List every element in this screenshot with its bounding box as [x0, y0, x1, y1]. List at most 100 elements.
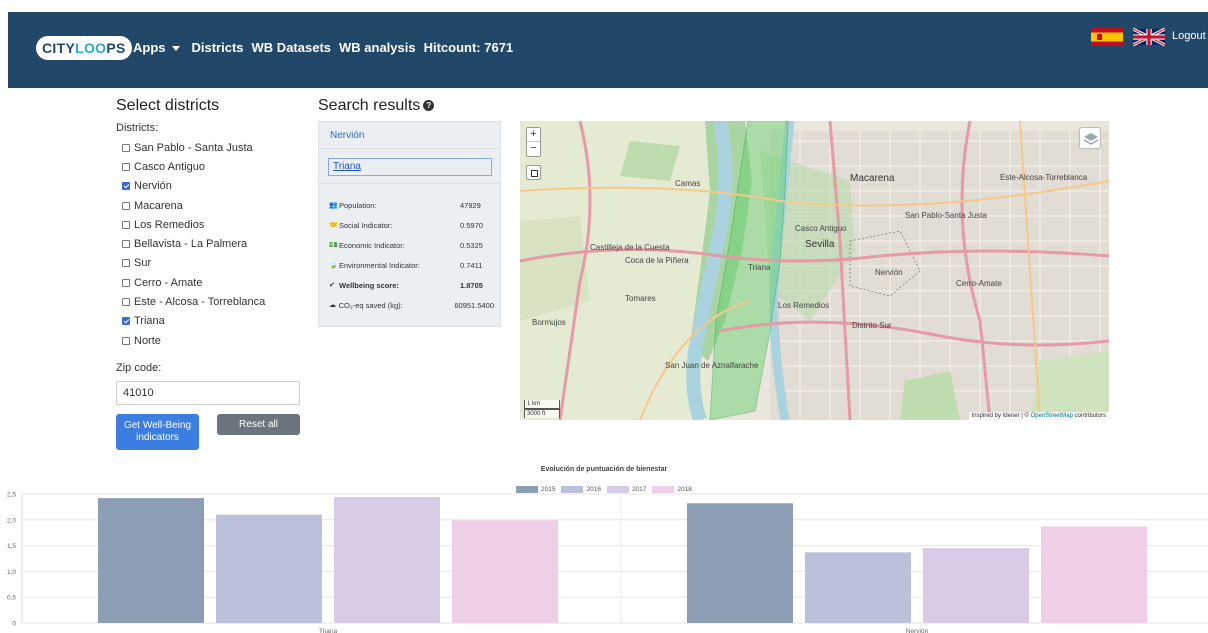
- zip-code-label: Zip code:: [116, 362, 162, 374]
- bar[interactable]: [216, 514, 322, 623]
- uk-flag-icon[interactable]: [1133, 27, 1165, 47]
- district-option[interactable]: Triana: [122, 312, 265, 331]
- money-icon: 💵: [329, 242, 338, 249]
- district-label: Sur: [134, 257, 152, 270]
- district-checkbox[interactable]: [122, 201, 130, 210]
- district-option[interactable]: Sur: [122, 254, 265, 273]
- bar[interactable]: [923, 548, 1029, 623]
- district-label: San Pablo - Santa Justa: [134, 141, 253, 154]
- y-tick-label: 1,0: [7, 569, 16, 576]
- map-place-label: Sevilla: [805, 239, 835, 250]
- cloud-icon: ☁: [329, 302, 336, 309]
- layers-icon[interactable]: [1079, 127, 1101, 149]
- bar[interactable]: [805, 552, 911, 623]
- district-checkbox-list: San Pablo - Santa Justa Casco Antiguo Nerv…: [122, 138, 265, 350]
- district-option[interactable]: San Pablo - Santa Justa: [122, 138, 265, 157]
- nav-apps-dropdown[interactable]: Apps: [133, 40, 184, 55]
- district-label: Casco Antiguo: [134, 160, 205, 173]
- district-option[interactable]: Bellavista - La Palmera: [122, 234, 265, 253]
- map-place-label: Macarena: [850, 173, 895, 184]
- district-option[interactable]: Norte: [122, 331, 265, 350]
- map-place-label: Casco Antiguo: [795, 224, 847, 233]
- spanish-flag-icon[interactable]: [1091, 28, 1123, 46]
- nav-districts[interactable]: Districts: [192, 40, 244, 55]
- map-place-label: Este-Alcosa-Torreblanca: [1000, 173, 1088, 182]
- map-attribution: Inspired by Idener | © OpenStreetMap con…: [968, 412, 1109, 420]
- district-checkbox[interactable]: [122, 317, 130, 326]
- district-option[interactable]: Este - Alcosa - Torreblanca: [122, 292, 265, 311]
- stat-value: 60951.5400: [454, 300, 494, 310]
- y-tick-label: 0,5: [7, 595, 16, 602]
- stat-label: Wellbeing score:: [339, 280, 399, 290]
- bar[interactable]: [452, 520, 558, 623]
- map-place-label: Coca de la Piñera: [625, 256, 689, 265]
- y-tick-label: 2,0: [7, 517, 16, 524]
- reset-all-button[interactable]: Reset all: [217, 414, 300, 435]
- district-label: Norte: [134, 334, 161, 347]
- stat-label: CO₂-eq saved (kg):: [338, 300, 403, 310]
- map-place-label: Cerro-Amate: [956, 279, 1002, 288]
- district-option[interactable]: Cerro - Amate: [122, 273, 265, 292]
- fullscreen-icon[interactable]: [526, 165, 541, 180]
- bar[interactable]: [98, 498, 204, 623]
- x-tick-label: Triana: [319, 628, 338, 633]
- district-label: Nervión: [134, 180, 172, 193]
- result-header-nervion[interactable]: Nervión: [319, 122, 500, 149]
- stat-value: 1.8705: [460, 280, 483, 290]
- map-place-label: Camas: [675, 179, 701, 188]
- openstreetmap-link[interactable]: OpenStreetMap: [1031, 413, 1073, 419]
- stat-label: Population:: [339, 200, 377, 210]
- district-checkbox[interactable]: [122, 182, 130, 191]
- map-place-label: Distrito Sur: [852, 321, 892, 330]
- top-navbar: CITY LOO PS Apps Districts WB Datasets WB …: [8, 12, 1208, 88]
- map-tiles: [520, 121, 1109, 420]
- zoom-out-button[interactable]: −: [527, 142, 540, 156]
- zip-code-input[interactable]: [116, 381, 300, 405]
- question-circle-icon[interactable]: ?: [423, 100, 435, 112]
- bar[interactable]: [1041, 526, 1147, 623]
- district-checkbox[interactable]: [122, 240, 130, 249]
- district-checkbox[interactable]: [122, 220, 130, 229]
- district-checkbox[interactable]: [122, 336, 130, 345]
- district-checkbox[interactable]: [122, 143, 130, 152]
- chart-title: Evolución de puntuación de bienestar: [540, 466, 668, 473]
- bar[interactable]: [687, 503, 793, 623]
- map-place-label: San Juan de Aznalfarache: [665, 361, 759, 370]
- stat-label: Social Indicator:: [339, 220, 393, 230]
- hitcount: Hitcount: 7671: [423, 40, 514, 55]
- bar[interactable]: [334, 497, 440, 623]
- district-checkbox[interactable]: [122, 162, 130, 171]
- get-wellbeing-button[interactable]: Get Well-Being indicators: [116, 414, 199, 450]
- map-place-label: Tomares: [625, 294, 656, 303]
- map-place-label: San Pablo-Santa Justa: [905, 211, 987, 220]
- leaf-icon: 🍃: [329, 262, 338, 269]
- logout-link[interactable]: Logout: [1172, 30, 1206, 42]
- map-place-label: Triana: [748, 263, 771, 272]
- y-tick-label: 2,5: [7, 492, 16, 499]
- caret-down-icon: [171, 46, 180, 52]
- users-icon: 👥: [329, 202, 338, 209]
- district-option[interactable]: Casco Antiguo: [122, 157, 265, 176]
- search-results-title: Search results?: [318, 97, 435, 115]
- stat-value: 0.5970: [460, 220, 483, 230]
- stat-row: ☁ CO₂-eq saved (kg): 60951.5400: [329, 299, 494, 311]
- district-option[interactable]: Nervión: [122, 177, 265, 196]
- district-option[interactable]: Macarena: [122, 196, 265, 215]
- district-checkbox[interactable]: [122, 278, 130, 287]
- district-checkbox[interactable]: [122, 259, 130, 268]
- x-tick-label: Nervión: [906, 628, 929, 633]
- zoom-in-button[interactable]: +: [527, 128, 540, 142]
- stat-row: 👥 Population: 47929: [329, 199, 494, 211]
- search-results-panel: Nervión Triana 👥 Population: 47929 🤝 Social …: [318, 121, 501, 327]
- nav-wb-analysis[interactable]: WB analysis: [339, 40, 416, 55]
- district-label: Este - Alcosa - Torreblanca: [134, 296, 266, 309]
- nav-wb-datasets[interactable]: WB Datasets: [252, 40, 331, 55]
- map-scale-bar: 1 km 3000 ft: [524, 400, 560, 418]
- district-checkbox[interactable]: [122, 298, 130, 307]
- district-map[interactable]: + − Camas Castilleja de la Cuesta Casco An…: [520, 121, 1109, 420]
- district-option[interactable]: Los Remedios: [122, 215, 265, 234]
- map-place-label: Bormujos: [532, 318, 566, 327]
- stat-value: 0.5325: [460, 240, 483, 250]
- cityloops-logo[interactable]: CITY LOO PS: [36, 36, 132, 60]
- result-tab-triana[interactable]: Triana: [328, 158, 492, 176]
